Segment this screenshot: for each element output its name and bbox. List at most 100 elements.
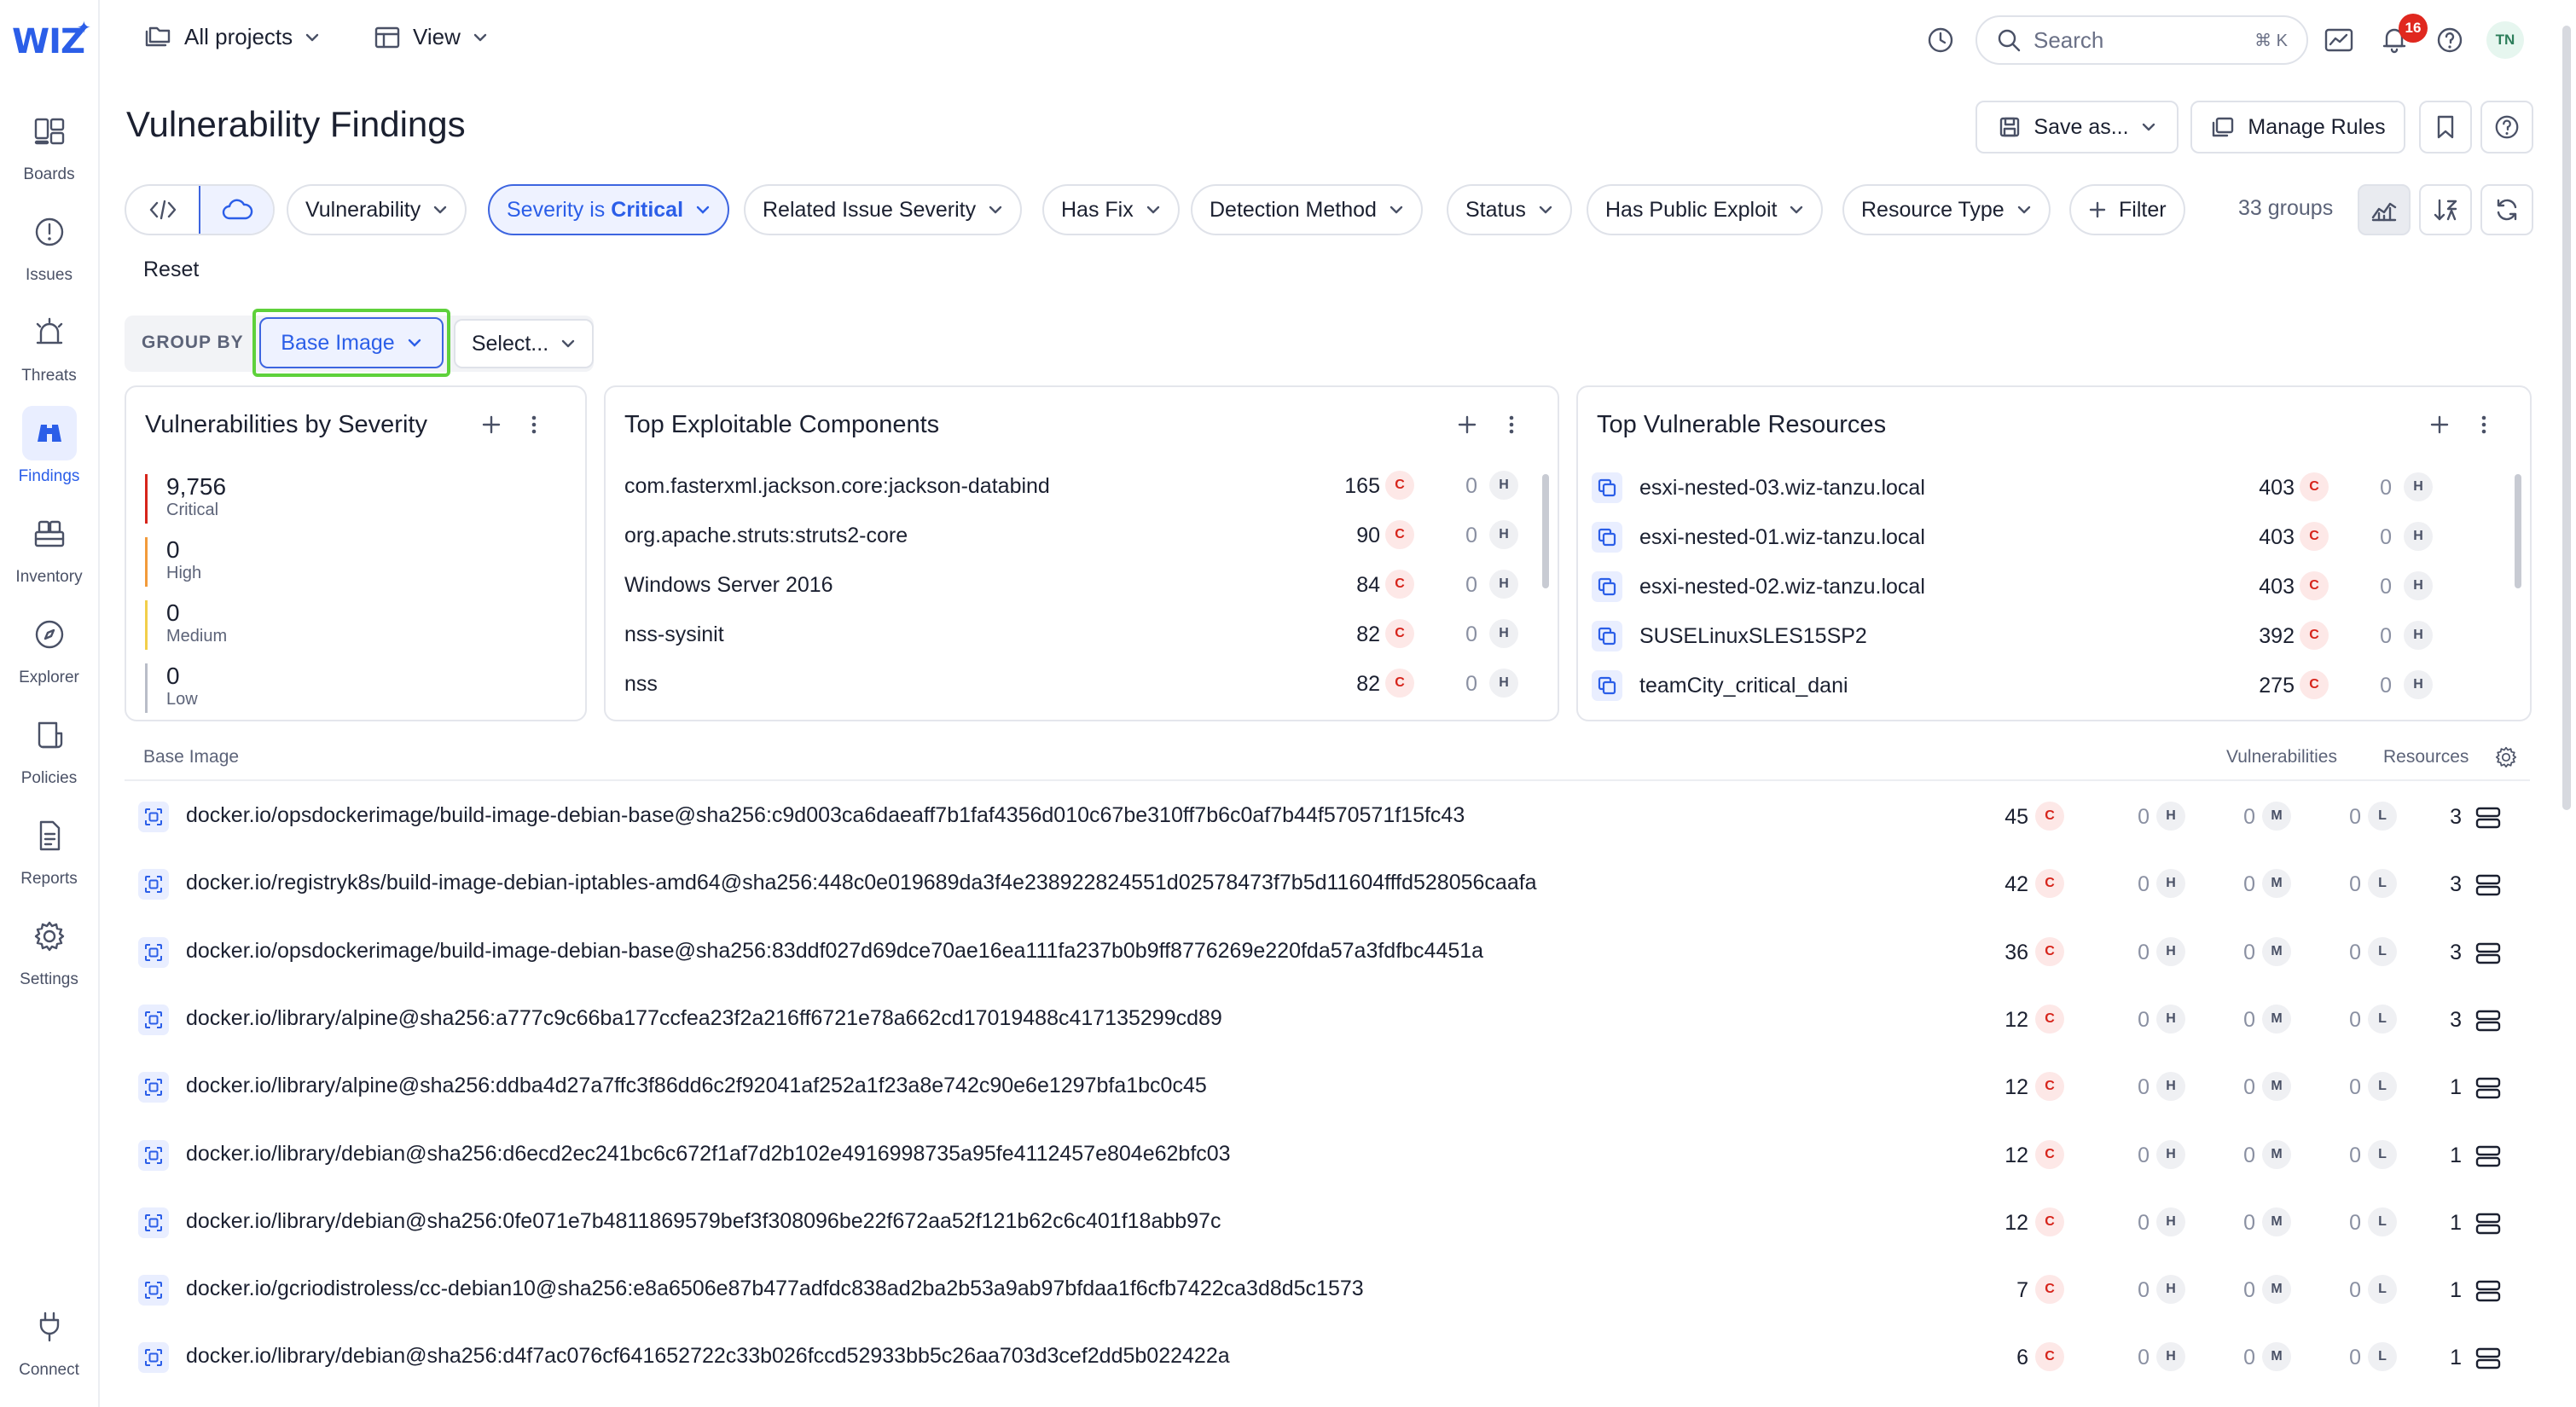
server-icon[interactable] <box>2475 1347 2501 1369</box>
table-row[interactable]: docker.io/library/alpine@sha256:ddba4d27… <box>125 1051 2530 1119</box>
table-row[interactable]: docker.io/library/alpine@sha256:a777c9c6… <box>125 984 2530 1051</box>
chevron-down-icon <box>1790 206 1803 214</box>
server-icon[interactable] <box>2475 1213 2501 1235</box>
plus-icon[interactable] <box>2428 413 2451 437</box>
plus-icon[interactable] <box>1455 413 1479 437</box>
table-row[interactable]: docker.io/gcriodistroless/cc-debian10@sh… <box>125 1254 2530 1322</box>
list-item[interactable]: esxi-nested-02.wiz-tanzu.local 403 C 0 H <box>1578 571 2516 621</box>
sidebar-item-label: Findings <box>18 467 80 485</box>
severity-high[interactable]: 0 High <box>145 537 201 587</box>
view-dropdown[interactable]: View <box>374 24 488 50</box>
code-toggle[interactable] <box>126 186 199 234</box>
server-icon[interactable] <box>2475 874 2501 896</box>
add-filter-button[interactable]: Filter <box>2069 184 2185 235</box>
list-item[interactable]: org.apache.struts:struts2-core 90 C 0 H <box>606 518 1544 568</box>
severity-critical[interactable]: 9,756 Critical <box>145 474 226 524</box>
list-item[interactable]: Windows Server 2016 84 C 0 H <box>606 568 1544 617</box>
sidebar-item-inventory[interactable]: Inventory <box>0 507 98 587</box>
filter-detection-method[interactable]: Detection Method <box>1191 184 1423 235</box>
help-icon[interactable] <box>2435 26 2464 55</box>
filter-has-public-exploit[interactable]: Has Public Exploit <box>1587 184 1824 235</box>
table-row[interactable]: docker.io/opsdockerimage/build-image-deb… <box>125 917 2530 984</box>
filter-resource-type[interactable]: Resource Type <box>1842 184 2051 235</box>
high-badge: H <box>2404 571 2433 600</box>
page-scrollbar[interactable] <box>2562 26 2571 810</box>
sidebar-item-explorer[interactable]: Explorer <box>0 607 98 687</box>
refresh-button[interactable] <box>2480 184 2533 235</box>
sidebar-item-label: Inventory <box>15 568 83 586</box>
table-row[interactable]: docker.io/library/debian@sha256:d6ecd2ec… <box>125 1120 2530 1187</box>
page-title: Vulnerability Findings <box>126 104 466 144</box>
sidebar-item-threats[interactable]: Threats <box>0 305 98 385</box>
widget-scrollbar[interactable] <box>2515 474 2521 588</box>
notifications-button[interactable]: 16 <box>2380 14 2428 55</box>
list-item[interactable]: SUSELinuxSLES15SP2 392 C 0 H <box>1578 621 2516 670</box>
vm-icon <box>1592 621 1622 651</box>
server-icon[interactable] <box>2475 1145 2501 1167</box>
critical-badge: C <box>2035 1275 2064 1305</box>
filter-severity[interactable]: Severity is Critical <box>488 184 730 235</box>
sidebar-item-findings[interactable]: Findings <box>0 406 98 486</box>
filter-vulnerability[interactable]: Vulnerability <box>287 184 467 235</box>
column-settings-gear-icon[interactable] <box>2494 745 2518 769</box>
bookmark-button[interactable] <box>2419 101 2472 153</box>
filter-status[interactable]: Status <box>1447 184 1572 235</box>
wiz-logo[interactable]: WIZ ✦ <box>12 19 91 61</box>
more-vertical-icon[interactable] <box>529 413 539 437</box>
table-row[interactable]: docker.io/opsdockerimage/build-image-deb… <box>125 781 2530 848</box>
inventory-icon <box>22 507 77 561</box>
history-icon[interactable] <box>1926 26 1955 55</box>
widget-scrollbar[interactable] <box>1542 474 1549 588</box>
sort-button[interactable] <box>2419 184 2472 235</box>
projects-dropdown[interactable]: All projects <box>143 24 320 50</box>
list-item[interactable]: nss-sysinit 82 C 0 H <box>606 617 1544 667</box>
list-item[interactable]: esxi-nested-03.wiz-tanzu.local 403 C 0 H <box>1578 472 2516 522</box>
critical-badge: C <box>1385 570 1414 599</box>
filter-related-issue-severity[interactable]: Related Issue Severity <box>744 184 1023 235</box>
table-row[interactable]: docker.io/registryk8s/build-image-debian… <box>125 848 2530 916</box>
sidebar-item-settings[interactable]: Settings <box>0 909 98 989</box>
reset-filters-link[interactable]: Reset <box>143 258 199 282</box>
sidebar-item-boards[interactable]: Boards <box>0 104 98 184</box>
high-count: 0 <box>2138 1143 2150 1167</box>
chart-toggle-button[interactable] <box>2358 184 2411 235</box>
server-icon[interactable] <box>2475 807 2501 829</box>
more-vertical-icon[interactable] <box>2479 413 2489 437</box>
list-item[interactable]: teamCity_critical_dani 275 C 0 H <box>1578 670 2516 720</box>
list-item[interactable]: nss 82 C 0 H <box>606 667 1544 716</box>
server-icon[interactable] <box>2475 1280 2501 1302</box>
list-item[interactable]: esxi-nested-01.wiz-tanzu.local 403 C 0 H <box>1578 522 2516 571</box>
filter-has-fix[interactable]: Has Fix <box>1042 184 1180 235</box>
column-header-base-image[interactable]: Base Image <box>143 747 239 767</box>
server-icon[interactable] <box>2475 1010 2501 1032</box>
table-row[interactable]: docker.io/library/debian@sha256:d4f7ac07… <box>125 1322 2530 1389</box>
activity-icon[interactable] <box>2324 26 2354 55</box>
save-as-button[interactable]: Save as... <box>1976 101 2179 153</box>
shortcut-hint: ⌘ K <box>2254 31 2288 50</box>
list-item[interactable]: com.fasterxml.jackson.core:jackson-datab… <box>606 469 1544 518</box>
search-input[interactable]: Search ⌘ K <box>1976 15 2308 65</box>
high-badge: H <box>2156 1342 2185 1372</box>
column-header-vulnerabilities[interactable]: Vulnerabilities <box>2226 747 2337 767</box>
severity-medium[interactable]: 0 Medium <box>145 600 227 650</box>
column-header-resources[interactable]: Resources <box>2383 747 2469 767</box>
table-row[interactable]: docker.io/library/debian@sha256:0fe071e7… <box>125 1187 2530 1254</box>
plus-icon[interactable] <box>479 413 503 437</box>
severity-low[interactable]: 0 Low <box>145 663 198 713</box>
group-by-second-select[interactable]: Select... <box>454 319 594 368</box>
sidebar-item-reports[interactable]: Reports <box>0 808 98 889</box>
server-icon[interactable] <box>2475 942 2501 964</box>
more-vertical-icon[interactable] <box>1506 413 1517 437</box>
server-icon[interactable] <box>2475 1077 2501 1099</box>
sidebar-item-connect[interactable]: Connect <box>0 1300 98 1380</box>
manage-rules-button[interactable]: Manage Rules <box>2190 101 2405 153</box>
sidebar-item-policies[interactable]: Policies <box>0 708 98 788</box>
high-count: 0 <box>2138 1346 2150 1370</box>
page-help-button[interactable] <box>2480 101 2533 153</box>
cloud-toggle[interactable] <box>199 186 273 234</box>
chevron-down-icon <box>434 206 447 214</box>
low-badge: L <box>2368 1275 2397 1305</box>
avatar[interactable]: TN <box>2486 21 2524 59</box>
vm-icon <box>1592 472 1622 503</box>
sidebar-item-issues[interactable]: Issues <box>0 205 98 285</box>
